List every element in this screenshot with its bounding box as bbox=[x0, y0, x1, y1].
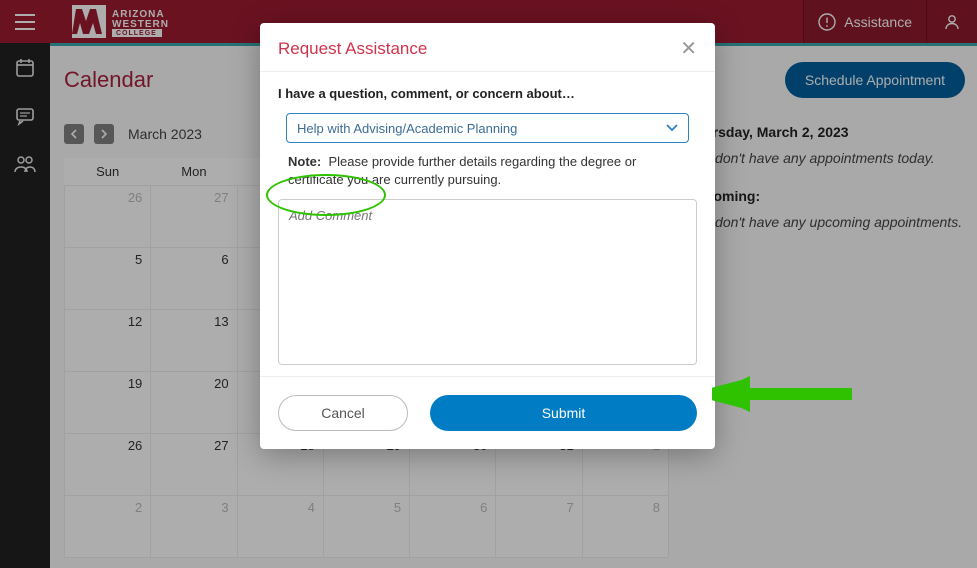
modal-note: Note: Please provide further details reg… bbox=[288, 153, 687, 189]
cancel-button[interactable]: Cancel bbox=[278, 395, 408, 431]
modal-title: Request Assistance bbox=[278, 39, 427, 59]
assistance-topic-value: Help with Advising/Academic Planning bbox=[297, 121, 666, 136]
close-icon[interactable]: ✕ bbox=[680, 39, 697, 59]
comment-textarea[interactable] bbox=[278, 199, 697, 365]
modal-prompt: I have a question, comment, or concern a… bbox=[278, 86, 697, 101]
assistance-topic-select[interactable]: Help with Advising/Academic Planning bbox=[286, 113, 689, 143]
request-assistance-modal: Request Assistance ✕ I have a question, … bbox=[260, 23, 715, 449]
chevron-down-icon bbox=[666, 124, 678, 132]
submit-button[interactable]: Submit bbox=[430, 395, 697, 431]
